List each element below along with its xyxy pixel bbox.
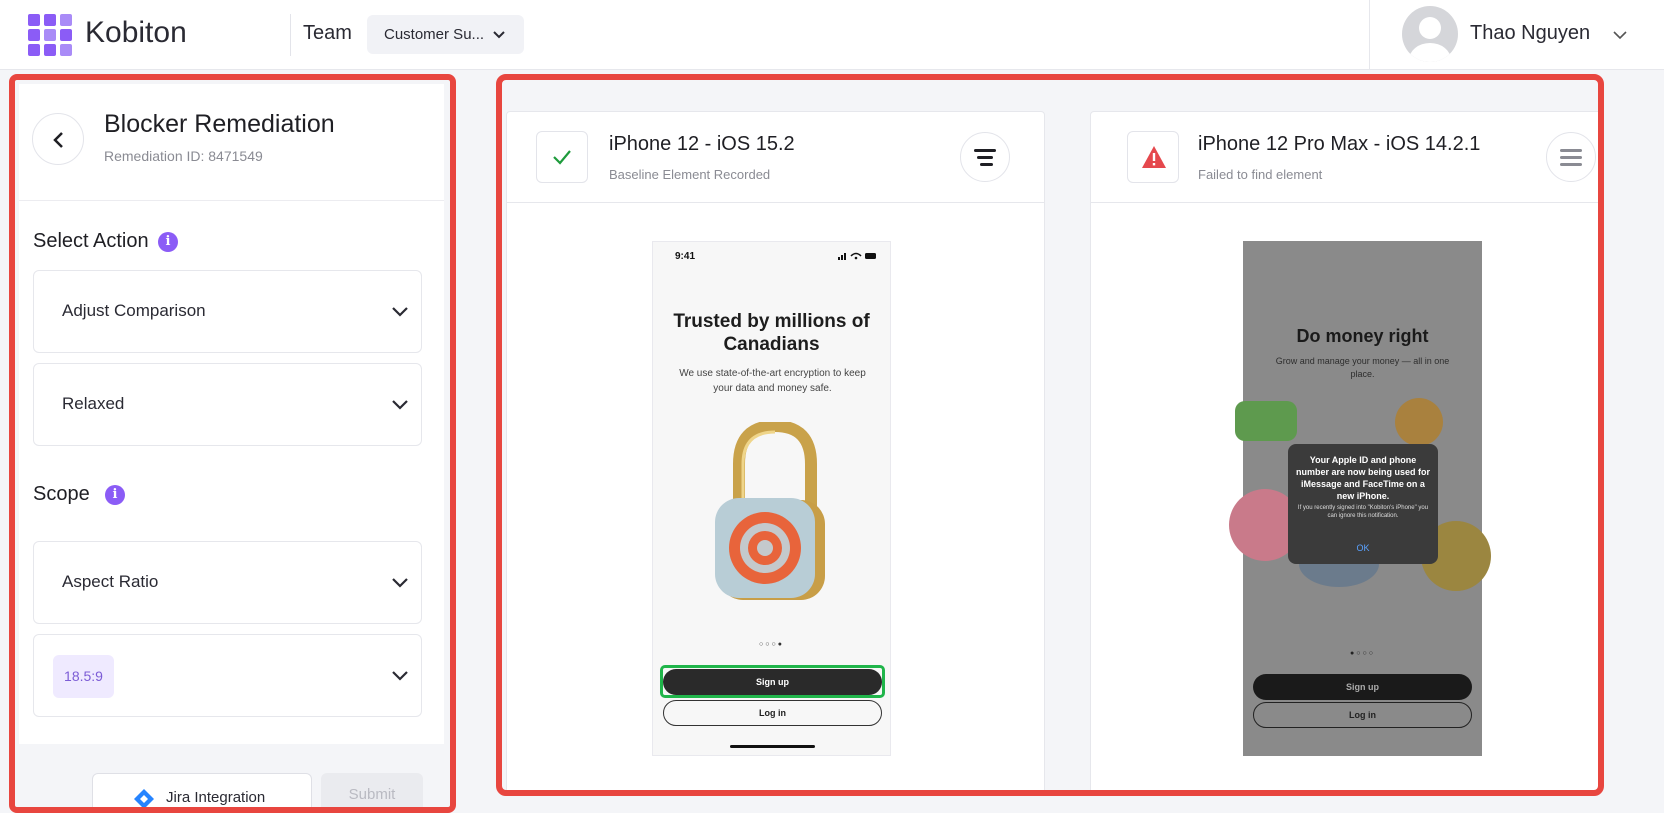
user-name[interactable]: Thao Nguyen xyxy=(1470,22,1590,45)
team-label: Team xyxy=(303,22,352,44)
team-select[interactable]: Customer Su... xyxy=(367,15,524,54)
chevron-down-icon[interactable] xyxy=(1612,27,1628,43)
avatar[interactable] xyxy=(1402,6,1458,62)
team-select-value: Customer Su... xyxy=(384,26,485,43)
brand-name: Kobiton xyxy=(85,16,187,49)
divider xyxy=(1369,0,1370,70)
kobiton-logo-icon[interactable] xyxy=(28,14,72,56)
user-silhouette-icon xyxy=(1409,17,1451,62)
chevron-down-icon xyxy=(493,31,505,39)
top-bar: Kobiton Team Customer Su... Thao Nguyen xyxy=(0,0,1664,70)
left-highlight-frame xyxy=(9,74,456,813)
divider xyxy=(290,14,291,56)
right-highlight-frame xyxy=(496,74,1604,796)
